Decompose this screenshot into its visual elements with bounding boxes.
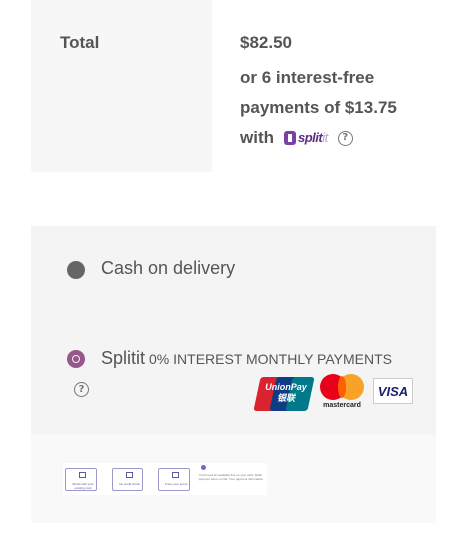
info-dot-icon [200, 465, 206, 470]
payment-methods: Cash on delivery Splitit 0% INTEREST MONT… [31, 226, 436, 435]
order-total-amount: $82.50 [240, 33, 292, 52]
info-note-text: You'll need an available line on your ca… [198, 473, 264, 481]
info-step-text: No credit check [119, 481, 140, 486]
unionpay-logo-icon: UnionPay 银联 [253, 377, 315, 411]
checkout-page: Total $82.50 or 6 interest-free payments… [0, 0, 458, 552]
total-value-cell: $82.50 or 6 interest-free payments of $1… [212, 0, 452, 172]
payment-method-label-splitit[interactable]: Splitit 0% INTEREST MONTHLY PAYMENTS [101, 348, 392, 369]
splitit-logo-text: split [298, 130, 323, 145]
payment-method-label-cod[interactable]: Cash on delivery [101, 258, 235, 279]
radio-cash-on-delivery[interactable] [67, 261, 85, 279]
splitit-info-box: Works with your existing card No credit … [31, 435, 436, 523]
splitit-info-strip: Works with your existing card No credit … [63, 463, 267, 495]
splitit-logo-suffix: it [322, 130, 328, 145]
splitit-logo-icon [284, 131, 296, 145]
info-step-text: Works with your existing card [72, 481, 94, 490]
info-step-text: Know your terms [164, 481, 188, 486]
calendar-icon [172, 471, 180, 478]
with-text: with [240, 128, 274, 147]
splitit-logo: split it [284, 123, 328, 153]
splitit-method-sublabel: 0% INTEREST MONTHLY PAYMENTS [149, 351, 392, 367]
total-label: Total [60, 33, 100, 52]
card-logos: UnionPay 银联 mastercard VISA [253, 374, 413, 414]
help-icon[interactable]: ? [337, 130, 353, 146]
info-step-card: Works with your existing card [65, 467, 97, 491]
splitit-method-name: Splitit [101, 348, 146, 368]
info-step-terms: Know your terms [158, 467, 190, 491]
mastercard-logo-icon: mastercard [317, 374, 367, 414]
splitit-help-icon[interactable]: ? [74, 382, 89, 397]
info-step-credit: No credit check [111, 467, 144, 491]
total-label-cell: Total [31, 0, 212, 172]
info-note: You'll need an available line on your ca… [199, 465, 267, 493]
visa-logo-icon: VISA [373, 378, 413, 404]
splitit-with-line: with split it ? [240, 123, 353, 153]
card-icon [79, 471, 86, 478]
radio-splitit[interactable] [67, 350, 85, 368]
installments-text: or 6 interest-free payments of $13.75 [240, 68, 397, 117]
document-icon [125, 471, 133, 478]
mastercard-logo-text: mastercard [323, 402, 361, 409]
unionpay-logo-text: UnionPay 银联 [265, 382, 307, 403]
